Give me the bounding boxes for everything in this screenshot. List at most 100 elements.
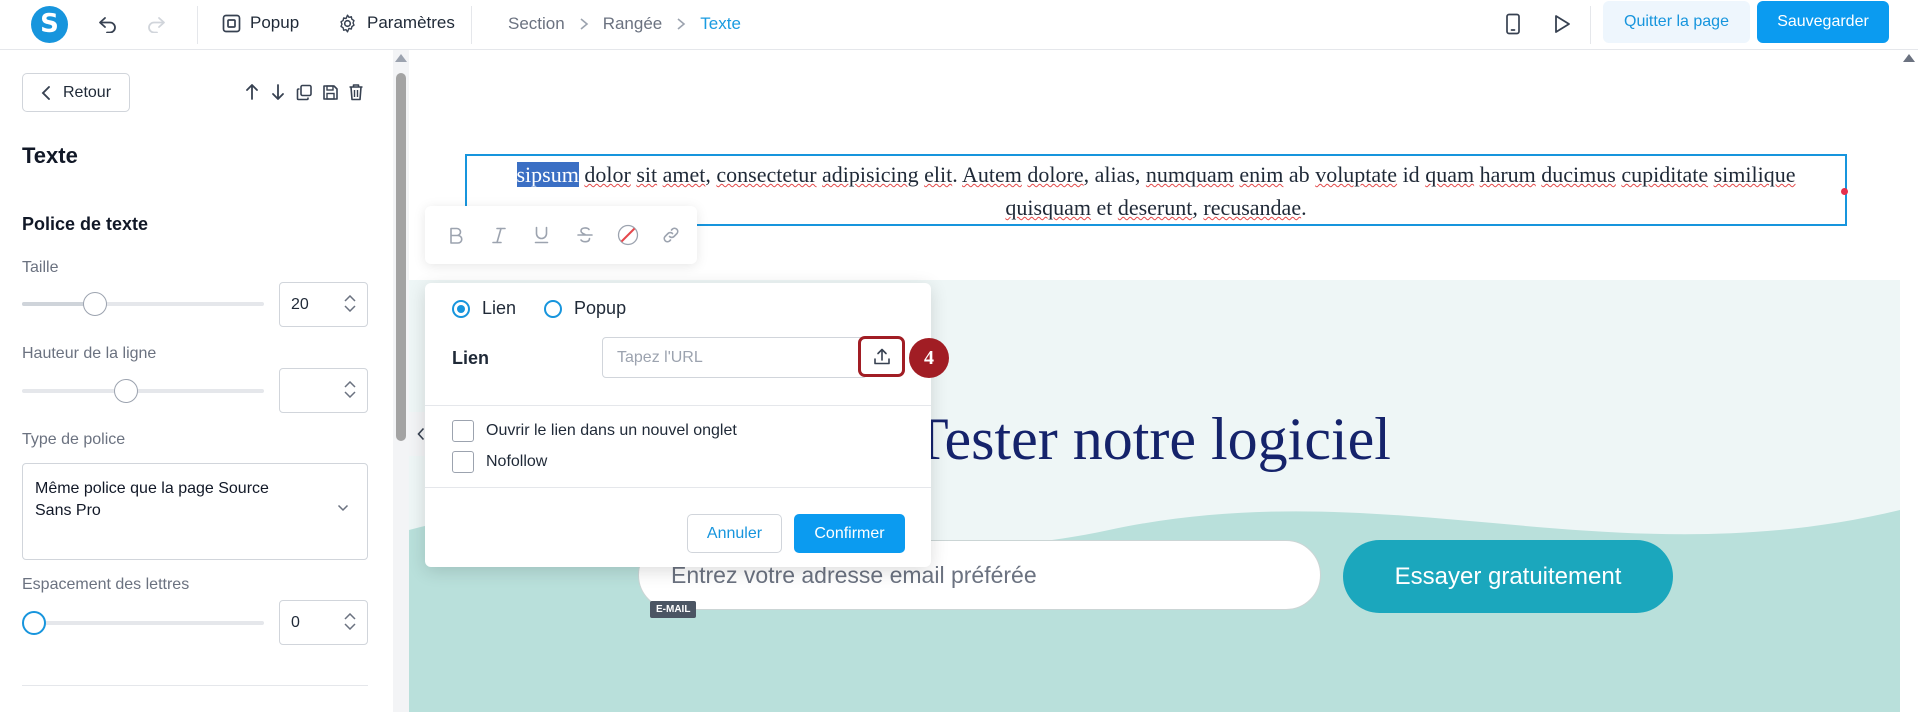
confirm-button[interactable]: Confirmer [794,514,905,553]
stepper-arrows-icon[interactable] [344,381,356,398]
size-slider-handle[interactable] [83,292,107,316]
text-format-toolbar [425,206,697,264]
spellcheck-word: similique [1713,162,1796,187]
text-fragment: , alias, [1083,162,1146,187]
back-button[interactable]: Retour [22,73,130,112]
selected-word: sipsum [516,162,579,187]
text-fragment: et [1090,195,1118,220]
letter-spacing-slider[interactable] [22,621,264,625]
play-preview-icon[interactable] [1548,10,1576,38]
radio-link-label: Lien [482,298,517,318]
move-down-icon[interactable] [268,81,288,103]
upload-file-button[interactable] [858,336,905,377]
spellcheck-word: quisquam [1005,195,1091,220]
quit-page-button[interactable]: Quitter la page [1603,1,1750,43]
settings-button[interactable]: Paramètres [337,8,455,38]
chevron-left-icon [41,85,50,100]
url-input[interactable]: Tapez l'URL [602,337,867,378]
size-input[interactable]: 20 [279,282,368,327]
chevron-right-icon [580,18,588,30]
spellcheck-word: sit [636,162,658,187]
nofollow-checkbox-row[interactable]: Nofollow [452,451,547,473]
redo-icon[interactable] [142,10,170,38]
spellcheck-word: elit [924,162,953,187]
line-height-slider[interactable] [22,389,264,393]
text-fragment: ab [1283,162,1316,187]
nofollow-checkbox[interactable] [452,451,474,473]
new-tab-label: Ouvrir le lien dans un nouvel onglet [486,422,737,439]
breadcrumb-row[interactable]: Rangée [603,14,663,34]
radio-popup[interactable] [544,299,563,318]
size-value: 20 [291,295,309,313]
clear-color-icon[interactable] [615,223,640,248]
link-popover: Lien Popup Lien Tapez l'URL 4 Ouvrir le … [425,283,949,567]
letter-spacing-slider-handle[interactable] [22,611,46,635]
line-height-input[interactable] [279,368,368,413]
font-type-select[interactable]: Même police que la page Source Sans Pro [22,463,368,560]
spellcheck-word: adipisicing [822,162,919,187]
try-free-button[interactable]: Essayer gratuitement [1343,540,1673,613]
chevron-down-icon [337,504,349,512]
spellcheck-word: dolore [1027,162,1084,187]
app-logo[interactable]: S [31,6,68,43]
step-number-badge: 4 [909,338,949,378]
text-line-1: dolor sit amet, consectetur adipisicing … [579,162,1796,187]
cancel-button[interactable]: Annuler [687,514,782,553]
font-type-label: Type de police [22,431,126,448]
scroll-up-arrow-icon[interactable] [395,54,407,62]
mobile-preview-icon[interactable] [1499,10,1527,38]
save-block-icon[interactable] [320,81,340,103]
spellcheck-word: deserunt [1117,195,1193,220]
popover-divider [425,405,931,406]
underline-icon[interactable] [529,223,554,248]
size-slider-fill [22,302,90,306]
text-fragment: , [1192,195,1204,220]
line-height-slider-handle[interactable] [114,379,138,403]
breadcrumb-section[interactable]: Section [508,14,565,34]
stepper-arrows-icon[interactable] [344,613,356,630]
text-fragment: . [1301,195,1307,220]
popover-divider [425,487,931,488]
radio-link[interactable] [452,299,470,318]
text-fragment: id [1397,162,1426,187]
spellcheck-word: recusandae [1203,195,1302,220]
stepper-arrows-icon[interactable] [344,295,356,312]
top-bar: S Popup Paramètres Section Rangée Texte … [0,0,1918,50]
hero-headline: Tester notre logiciel [912,406,1391,472]
letter-spacing-value: 0 [291,613,300,631]
link-type-radio-group: Lien Popup [452,298,626,319]
move-up-icon[interactable] [242,81,262,103]
undo-icon[interactable] [94,10,122,38]
letter-spacing-input[interactable]: 0 [279,600,368,645]
popup-button[interactable]: Popup [222,8,299,38]
size-slider[interactable] [22,302,264,306]
panel-scrollbar-thumb[interactable] [396,73,406,441]
new-tab-checkbox[interactable] [452,420,474,442]
link-icon[interactable] [658,223,683,248]
delete-icon[interactable] [346,81,366,103]
spellcheck-word: Autem [962,162,1022,187]
upload-icon [873,348,890,364]
url-placeholder: Tapez l'URL [617,348,703,366]
spellcheck-word: ducimus [1541,162,1616,187]
duplicate-icon[interactable] [294,81,314,103]
breadcrumb-text[interactable]: Texte [700,14,741,34]
scroll-up-arrow-icon[interactable] [1903,54,1915,62]
spellcheck-word: enim [1239,162,1284,187]
italic-icon[interactable] [486,223,511,248]
canvas-scrollbar[interactable] [1900,50,1918,712]
new-tab-checkbox-row[interactable]: Ouvrir le lien dans un nouvel onglet [452,420,737,442]
save-button[interactable]: Sauvegarder [1757,1,1889,43]
text-fragment: , [705,162,717,187]
resize-handle[interactable] [1841,188,1848,195]
spellcheck-word: numquam [1145,162,1234,187]
spellcheck-word: consectetur [716,162,817,187]
panel-divider [22,685,368,686]
font-section-title: Police de texte [22,214,149,234]
spellcheck-word: harum [1479,162,1536,187]
settings-panel: Retour Texte Police de texte Taille 20 H… [0,50,392,712]
link-field-label: Lien [452,348,490,368]
spellcheck-word: quam [1425,162,1475,187]
strikethrough-icon[interactable] [572,223,597,248]
bold-icon[interactable] [443,223,468,248]
